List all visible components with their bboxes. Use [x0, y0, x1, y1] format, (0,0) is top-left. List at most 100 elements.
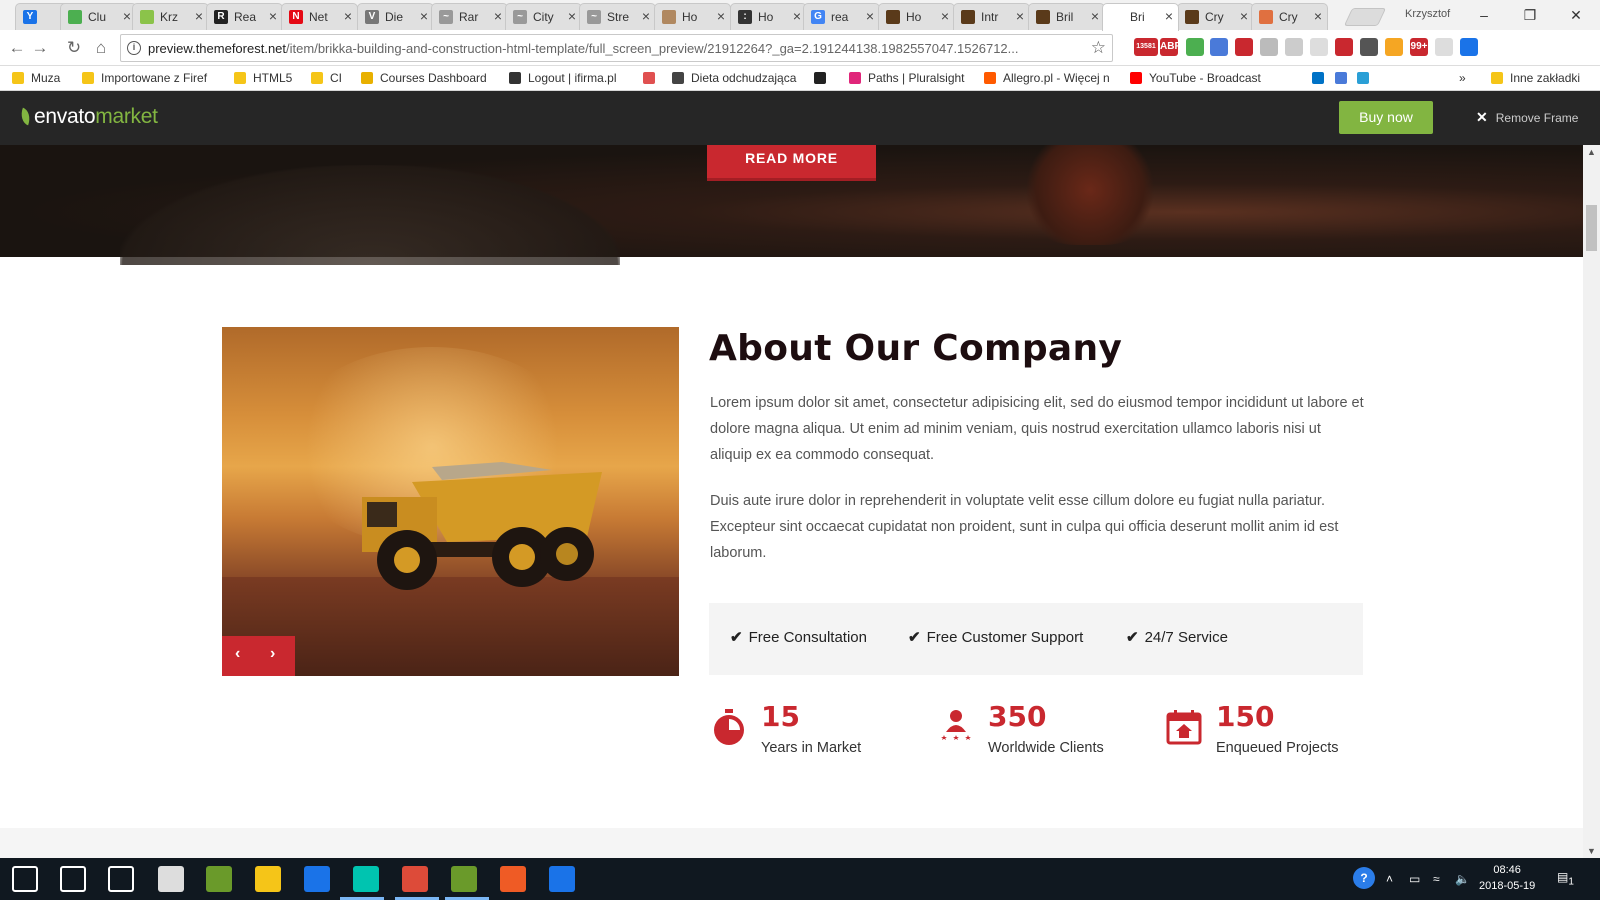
explorer-icon[interactable] — [255, 866, 281, 892]
tab-close-icon[interactable]: × — [123, 8, 131, 24]
extension-icon[interactable]: 13581 — [1134, 38, 1158, 56]
browser-tab[interactable]: Grea × — [803, 3, 880, 30]
extension-icon[interactable] — [1210, 38, 1228, 56]
tab-close-icon[interactable]: × — [717, 8, 725, 24]
extension-icon[interactable] — [1360, 38, 1378, 56]
tab-close-icon[interactable]: × — [1091, 8, 1099, 24]
browser-tab[interactable]: ~ Rar × — [431, 3, 508, 30]
bookmark-item[interactable]: YouTube - Broadcast — [1130, 71, 1261, 85]
bookmark-item[interactable] — [1335, 71, 1354, 85]
tab-close-icon[interactable]: × — [793, 8, 801, 24]
browser-tab[interactable]: N Net × — [281, 3, 358, 30]
new-tab-button[interactable] — [1343, 8, 1387, 26]
browser-tab[interactable]: Bril × — [1028, 3, 1105, 30]
bookmark-item[interactable]: Paths | Pluralsight — [849, 71, 965, 85]
tray-chevron-icon[interactable]: ˄ — [1386, 872, 1393, 886]
bookmark-item[interactable]: Muza — [12, 71, 60, 85]
maps-icon[interactable] — [304, 866, 330, 892]
bookmark-star-icon[interactable]: ☆ — [1091, 38, 1106, 58]
task-view-icon[interactable] — [108, 866, 134, 892]
bookmarks-overflow[interactable]: » — [1459, 71, 1466, 85]
bookmark-item[interactable] — [1357, 71, 1376, 85]
extension-icon[interactable] — [1260, 38, 1278, 56]
tab-close-icon[interactable]: × — [642, 8, 650, 24]
restore-icon[interactable]: ❐ — [1507, 2, 1553, 28]
browser-tab[interactable]: Krz × — [132, 3, 209, 30]
slider-next-icon[interactable]: › — [270, 645, 275, 663]
tab-close-icon[interactable]: × — [420, 8, 428, 24]
envato-logo[interactable]: envatomarket — [17, 105, 158, 129]
tab-close-icon[interactable]: × — [494, 8, 502, 24]
page-scrollbar[interactable]: ▲ ▼ — [1583, 145, 1600, 858]
bookmark-item[interactable] — [643, 71, 662, 85]
chrome-icon[interactable] — [402, 866, 428, 892]
extension-icon[interactable] — [1285, 38, 1303, 56]
extension-icon[interactable] — [1385, 38, 1403, 56]
profile-name[interactable]: Krzysztof — [1405, 8, 1450, 20]
reload-icon[interactable]: ↻ — [63, 38, 85, 58]
browser-tab[interactable]: Clu × — [60, 3, 137, 30]
tab-close-icon[interactable]: × — [1165, 8, 1173, 24]
tab-close-icon[interactable]: × — [941, 8, 949, 24]
help-icon[interactable]: ? — [1353, 867, 1375, 889]
tab-close-icon[interactable]: × — [1240, 8, 1248, 24]
browser-tab[interactable]: R Rea × — [206, 3, 283, 30]
bookmark-item[interactable]: HTML5 — [234, 71, 292, 85]
scroll-down-icon[interactable]: ▼ — [1587, 846, 1596, 856]
browser-tab[interactable]: ~ Stre × — [579, 3, 656, 30]
extension-icon[interactable] — [1335, 38, 1353, 56]
tab-close-icon[interactable]: × — [1016, 8, 1024, 24]
browser-tab[interactable]: Ho × — [878, 3, 955, 30]
read-more-button[interactable]: READ MORE — [707, 145, 876, 181]
webstorm-icon[interactable] — [353, 866, 379, 892]
search-icon[interactable] — [60, 866, 86, 892]
maps2-icon[interactable] — [549, 866, 575, 892]
browser-tab[interactable]: ~ City × — [505, 3, 582, 30]
browser-tab[interactable]: Ho × — [654, 3, 731, 30]
tab-close-icon[interactable]: × — [269, 8, 277, 24]
extension-icon[interactable] — [1460, 38, 1478, 56]
volume-icon[interactable]: 🔈 — [1455, 872, 1470, 886]
tab-close-icon[interactable]: × — [1314, 8, 1322, 24]
bookmark-item[interactable]: Dieta odchudzająca — [672, 71, 796, 85]
clock[interactable]: 08:46 2018-05-19 — [1479, 862, 1535, 894]
home-icon[interactable]: ⌂ — [90, 38, 112, 58]
back-icon[interactable]: ← — [6, 38, 28, 58]
browser-tab[interactable]: Intr × — [953, 3, 1030, 30]
battery-icon[interactable]: ▭ — [1409, 872, 1420, 886]
tab-close-icon[interactable]: × — [344, 8, 352, 24]
calculator-icon[interactable] — [158, 866, 184, 892]
remove-frame-button[interactable]: ✕ Remove Frame — [1476, 109, 1578, 126]
browser-tab[interactable]: : Ho × — [730, 3, 807, 30]
extension-icon[interactable]: 99+ — [1410, 38, 1428, 56]
postman-icon[interactable] — [500, 866, 526, 892]
buy-now-button[interactable]: Buy now — [1339, 101, 1433, 134]
extension-icon[interactable]: ABP — [1160, 38, 1181, 56]
bookmark-item[interactable]: Allegro.pl - Więcej n — [984, 71, 1110, 85]
wifi-icon[interactable]: ≈ — [1433, 872, 1440, 886]
bookmark-item[interactable]: Importowane z Firef — [82, 71, 207, 85]
browser-tab[interactable]: Bri × — [1102, 3, 1179, 31]
address-bar[interactable]: i preview.themeforest.net/item/brikka-bu… — [120, 34, 1113, 62]
site-info-icon[interactable]: i — [127, 41, 141, 55]
bookmark-item[interactable]: Logout | ifirma.pl — [509, 71, 617, 85]
tab-close-icon[interactable]: × — [568, 8, 576, 24]
lambda2-icon[interactable] — [451, 866, 477, 892]
notifications-icon[interactable]: ▤1 — [1557, 870, 1574, 887]
scroll-up-icon[interactable]: ▲ — [1587, 147, 1596, 157]
extension-icon[interactable] — [1186, 38, 1204, 56]
start-icon[interactable] — [12, 866, 38, 892]
browser-tab[interactable]: Cry × — [1251, 3, 1328, 30]
tab-close-icon[interactable]: × — [866, 8, 874, 24]
lambda-icon[interactable] — [206, 866, 232, 892]
close-window-icon[interactable]: ✕ — [1553, 2, 1599, 28]
other-bookmarks[interactable]: Inne zakładki — [1491, 71, 1580, 85]
forward-icon[interactable]: → — [29, 38, 51, 58]
browser-tab[interactable]: V Die × — [357, 3, 434, 30]
minimize-icon[interactable]: – — [1461, 2, 1507, 28]
bookmark-item[interactable]: CI — [311, 71, 342, 85]
extension-icon[interactable] — [1310, 38, 1328, 56]
extension-icon[interactable] — [1235, 38, 1253, 56]
bookmark-item[interactable]: Courses Dashboard — [361, 71, 487, 85]
scrollbar-thumb[interactable] — [1586, 205, 1597, 251]
